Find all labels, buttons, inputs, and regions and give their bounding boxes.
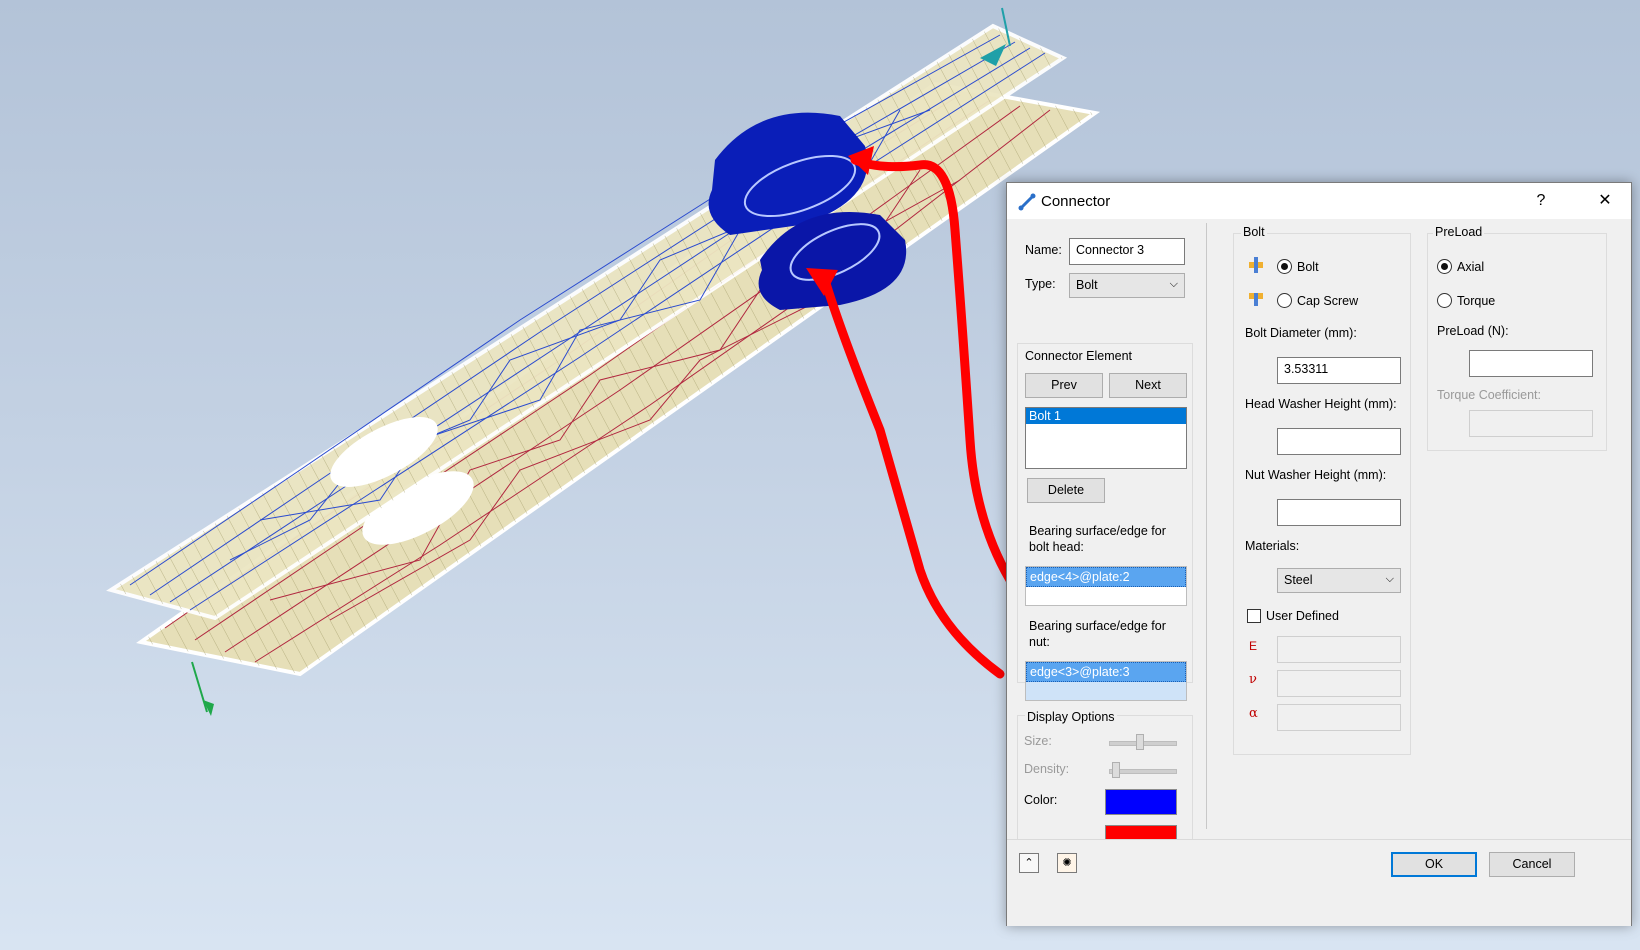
torque-coefficient-label: Torque Coefficient:: [1437, 388, 1541, 402]
bolt-icon: [1249, 257, 1263, 273]
torque-radio[interactable]: [1437, 293, 1452, 308]
dialog-footer: ⌃ ✺ OK Cancel: [1007, 839, 1631, 926]
type-select[interactable]: Bolt ⌵: [1069, 273, 1185, 298]
prev-button[interactable]: Prev: [1025, 373, 1103, 398]
cap-screw-icon: [1249, 293, 1263, 306]
material-select-value: Steel: [1284, 573, 1313, 587]
dialog-title: Connector: [1041, 193, 1111, 210]
cancel-button[interactable]: Cancel: [1489, 852, 1575, 877]
delete-button[interactable]: Delete: [1027, 478, 1105, 503]
torque-coefficient-input: [1469, 410, 1593, 437]
color-label: Color:: [1024, 793, 1058, 807]
nut-washer-label: Nut Washer Height (mm):: [1245, 468, 1387, 482]
title-bar: Connector ? ✕: [1007, 183, 1631, 219]
nut-bearing-value[interactable]: edge<3>@plate:3: [1026, 662, 1186, 682]
head-bearing-value[interactable]: edge<4>@plate:2: [1026, 567, 1186, 587]
preload-input[interactable]: [1469, 350, 1593, 377]
type-label: Type:: [1025, 277, 1056, 291]
plate-lower: [136, 81, 1101, 677]
expansion-label: α: [1249, 706, 1258, 721]
material-select[interactable]: Steel ⌵: [1277, 568, 1401, 593]
next-button[interactable]: Next: [1109, 373, 1187, 398]
density-slider-thumb[interactable]: [1112, 762, 1120, 778]
plate-upper: [106, 23, 1068, 621]
head-washer-label: Head Washer Height (mm):: [1245, 397, 1397, 411]
bolt-radio[interactable]: [1277, 259, 1292, 274]
user-defined-label[interactable]: User Defined: [1266, 609, 1339, 623]
display-options-legend: Display Options: [1025, 710, 1117, 724]
cap-screw-radio[interactable]: [1277, 293, 1292, 308]
size-label: Size:: [1024, 734, 1052, 748]
bolt-color-swatch[interactable]: [1105, 789, 1177, 815]
chevron-down-icon: ⌵: [1385, 573, 1394, 585]
nut-washer-input[interactable]: [1277, 499, 1401, 526]
preload-legend: PreLoad: [1433, 225, 1485, 239]
column-separator: [1206, 223, 1207, 829]
poisson-label: ν: [1249, 672, 1257, 687]
bolt-radio-label[interactable]: Bolt: [1297, 260, 1319, 274]
torque-radio-label[interactable]: Torque: [1457, 294, 1495, 308]
modulus-input: [1277, 636, 1401, 663]
axial-radio[interactable]: [1437, 259, 1452, 274]
head-bearing-label-2: bolt head:: [1029, 540, 1084, 554]
modulus-label: E: [1249, 639, 1258, 653]
cap-screw-radio-label[interactable]: Cap Screw: [1297, 294, 1358, 308]
expansion-input: [1277, 704, 1401, 731]
connector-element-legend: Connector Element: [1025, 349, 1133, 363]
user-defined-checkbox[interactable]: [1247, 609, 1261, 623]
ok-button[interactable]: OK: [1391, 852, 1477, 877]
type-select-value: Bolt: [1076, 278, 1098, 292]
nut-bearing-label-1: Bearing surface/edge for: [1029, 619, 1166, 633]
head-bearing-field[interactable]: edge<4>@plate:2: [1025, 566, 1187, 606]
connector-element-list[interactable]: Bolt 1: [1025, 407, 1187, 469]
nut-bearing-label-2: nut:: [1029, 635, 1050, 649]
materials-label: Materials:: [1245, 539, 1300, 553]
chevron-down-icon: ⌵: [1169, 278, 1178, 290]
close-button[interactable]: ✕: [1591, 189, 1619, 213]
list-item[interactable]: Bolt 1: [1026, 408, 1186, 424]
connector-icon: [1018, 193, 1036, 211]
head-washer-input[interactable]: [1277, 428, 1401, 455]
nut-bearing-field[interactable]: edge<3>@plate:3: [1025, 661, 1187, 701]
bolt-diameter-label: Bolt Diameter (mm):: [1245, 326, 1357, 340]
help-button[interactable]: ?: [1527, 189, 1555, 213]
density-label: Density:: [1024, 762, 1070, 776]
settings-icon[interactable]: ✺: [1057, 853, 1077, 873]
collapse-icon[interactable]: ⌃: [1019, 853, 1039, 873]
poisson-input: [1277, 670, 1401, 697]
name-label: Name:: [1025, 243, 1062, 257]
bolt-legend: Bolt: [1241, 225, 1267, 239]
preload-label: PreLoad (N):: [1437, 324, 1509, 338]
bolt-diameter-input[interactable]: 3.53311: [1277, 357, 1401, 384]
size-slider-thumb[interactable]: [1136, 734, 1144, 750]
axial-radio-label[interactable]: Axial: [1457, 260, 1484, 274]
connector-dialog: Connector ? ✕ Name: Connector 3 Type: Bo…: [1006, 182, 1632, 926]
head-bearing-label-1: Bearing surface/edge for: [1029, 524, 1166, 538]
name-input[interactable]: Connector 3: [1069, 238, 1185, 265]
